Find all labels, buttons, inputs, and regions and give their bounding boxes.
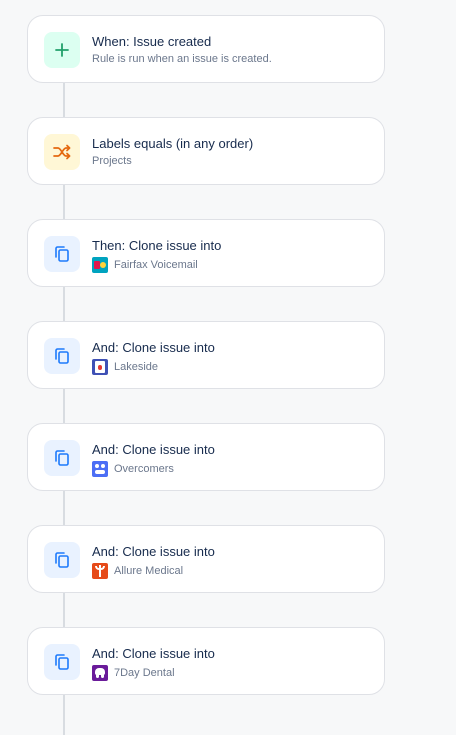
fairfax-voicemail-logo	[92, 257, 108, 273]
step-subtitle: Rule is run when an issue is created.	[92, 53, 272, 65]
copy-icon	[55, 552, 69, 568]
flow-connector	[63, 287, 65, 321]
step-subtitle: Allure Medical	[92, 563, 183, 579]
copy-icon	[55, 348, 69, 364]
action-icon-box	[44, 644, 80, 680]
flow-connector	[63, 389, 65, 423]
shuffle-icon	[53, 144, 71, 160]
flow-connector	[63, 491, 65, 525]
trigger-icon-box	[44, 32, 80, 68]
condition-icon-box	[44, 134, 80, 170]
rule-step-action-clone[interactable]: And: Clone issue into Overcomers	[27, 423, 385, 491]
7day-dental-logo	[92, 665, 108, 681]
action-icon-box	[44, 542, 80, 578]
rule-step-action-clone[interactable]: And: Clone issue into Lakeside	[27, 321, 385, 389]
rule-step-action-clone[interactable]: And: Clone issue into 7Day Dental	[27, 627, 385, 695]
rule-step-condition[interactable]: Labels equals (in any order) Projects	[27, 117, 385, 185]
flow-connector	[63, 185, 65, 219]
rule-step-action-clone[interactable]: And: Clone issue into Allure Medical	[27, 525, 385, 593]
plus-icon	[55, 43, 69, 57]
flow-connector	[63, 593, 65, 627]
step-title: When: Issue created	[92, 34, 212, 49]
flow-connector	[63, 695, 65, 735]
step-subtitle: Lakeside	[92, 359, 158, 375]
rule-step-action-clone[interactable]: Then: Clone issue into Fairfax Voicemail	[27, 219, 385, 287]
overcomers-logo	[92, 461, 108, 477]
flow-connector	[63, 83, 65, 117]
rule-step-trigger[interactable]: When: Issue created Rule is run when an …	[27, 15, 385, 83]
lakeside-logo	[92, 359, 108, 375]
copy-icon	[55, 450, 69, 466]
copy-icon	[55, 654, 69, 670]
step-subtitle: 7Day Dental	[92, 665, 175, 681]
step-title: Labels equals (in any order)	[92, 136, 254, 151]
copy-icon	[55, 246, 69, 262]
allure-medical-logo	[92, 563, 108, 579]
action-icon-box	[44, 338, 80, 374]
step-title: And: Clone issue into	[92, 340, 215, 355]
step-subtitle: Fairfax Voicemail	[92, 257, 198, 273]
step-title: Then: Clone issue into	[92, 238, 222, 253]
step-title: And: Clone issue into	[92, 442, 215, 457]
action-icon-box	[44, 440, 80, 476]
action-icon-box	[44, 236, 80, 272]
step-subtitle: Overcomers	[92, 461, 174, 477]
step-title: And: Clone issue into	[92, 646, 215, 661]
step-subtitle: Projects	[92, 155, 132, 167]
step-title: And: Clone issue into	[92, 544, 215, 559]
